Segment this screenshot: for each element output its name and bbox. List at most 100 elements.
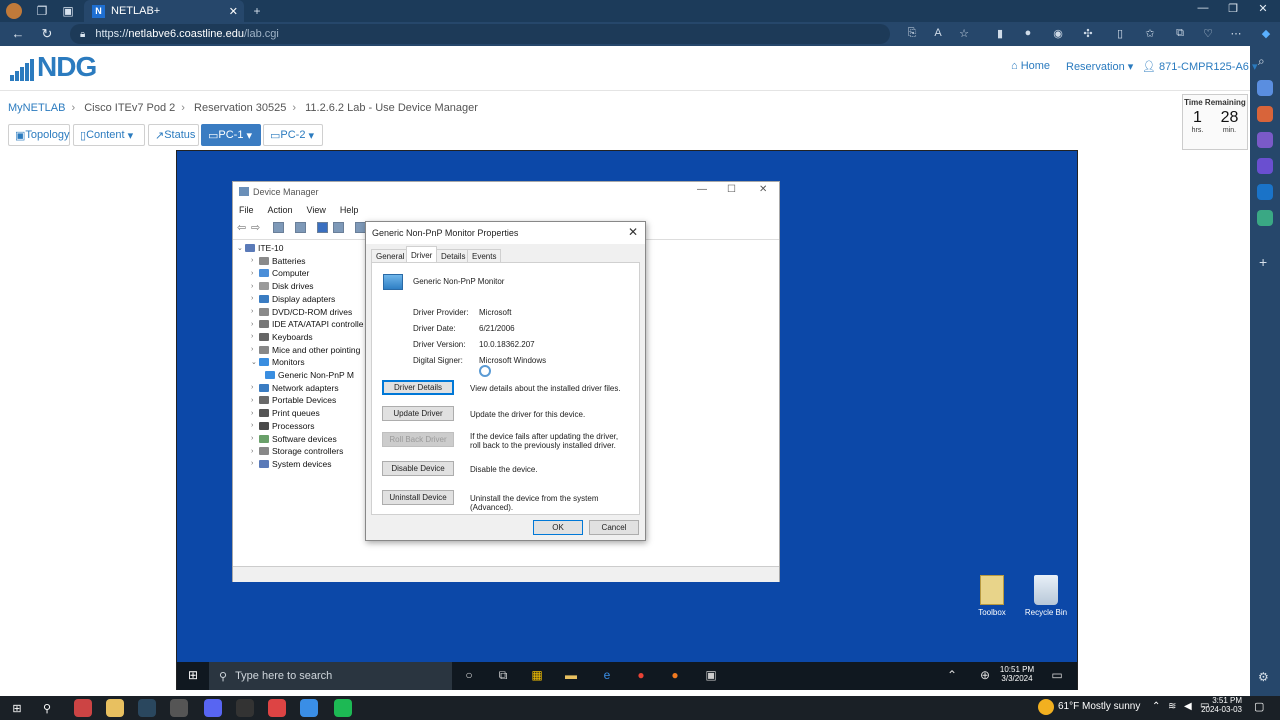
cancel-button[interactable]: Cancel <box>589 520 639 535</box>
tree-item[interactable]: › Portable Devices <box>251 394 336 406</box>
collections-icon[interactable]: ⧉ <box>1172 27 1188 40</box>
tree-item[interactable]: › IDE ATA/ATAPI controlle <box>251 318 363 330</box>
tab-general[interactable]: General <box>371 249 410 263</box>
desktop-icon-toolbox[interactable]: Toolbox <box>967 575 1017 617</box>
extension-3-icon[interactable]: ◉ <box>1050 27 1066 40</box>
extension-1-icon[interactable]: ▮ <box>992 27 1008 40</box>
windows-start-icon[interactable]: ⊞ <box>8 699 26 717</box>
expand-arrow-icon[interactable]: › <box>251 295 259 302</box>
spotify-icon[interactable] <box>334 699 352 717</box>
expand-arrow-icon[interactable]: › <box>251 397 259 404</box>
tree-item[interactable]: › Network adapters <box>251 382 339 394</box>
sidebar-app-6-icon[interactable] <box>1257 210 1273 226</box>
tree-item[interactable]: › DVD/CD-ROM drives <box>251 306 352 318</box>
notifications-icon[interactable]: ▢ <box>1254 700 1264 713</box>
tab-actions-icon[interactable]: ▣ <box>60 3 76 19</box>
tab-pc-2[interactable]: ▭ PC-2 ▾ <box>263 124 323 146</box>
extension-2-icon[interactable]: ● <box>1020 27 1036 39</box>
wifi-icon[interactable]: ≋ <box>1168 701 1176 712</box>
extensions-icon[interactable]: ✣ <box>1080 27 1096 40</box>
outlook-icon[interactable] <box>1257 184 1273 200</box>
favorites-icon[interactable]: ✩ <box>1142 27 1158 40</box>
tree-item[interactable]: › System devices <box>251 458 332 470</box>
close-window-icon[interactable]: ✕ <box>1252 2 1274 15</box>
device-manager-task-icon[interactable]: ▣ <box>703 668 719 684</box>
read-aloud-icon[interactable]: A <box>930 27 946 39</box>
expand-arrow-icon[interactable]: › <box>251 384 259 391</box>
file-explorer-icon[interactable]: ▬ <box>563 668 579 684</box>
tray-chevron-icon[interactable]: ⌃ <box>944 668 960 684</box>
sidebar-app-1-icon[interactable] <box>1257 80 1273 96</box>
tree-root[interactable]: ⌄ ITE-10 <box>237 242 284 254</box>
tab-content[interactable]: ▯ Content ▾ <box>73 124 145 146</box>
workspaces-icon[interactable]: ❐ <box>34 3 50 19</box>
props-close-icon[interactable]: ✕ <box>628 225 638 239</box>
menu-file[interactable]: File <box>239 205 254 215</box>
file-explorer-icon[interactable] <box>106 699 124 717</box>
tree-item[interactable]: › Storage controllers <box>251 445 343 457</box>
menu-action[interactable]: Action <box>268 205 293 215</box>
favorite-star-icon[interactable]: ☆ <box>956 27 972 40</box>
tree-item[interactable]: › Keyboards <box>251 331 313 343</box>
ok-button[interactable]: OK <box>533 520 583 535</box>
minimize-icon[interactable]: — <box>1192 2 1214 14</box>
desktop-icon-recycle-bin[interactable]: Recycle Bin <box>1021 575 1071 617</box>
split-screen-icon[interactable]: ▯ <box>1112 27 1128 40</box>
expand-arrow-icon[interactable]: › <box>251 333 259 340</box>
host-clock[interactable]: 3:51 PM 2024-03-03 <box>1198 696 1242 714</box>
search-icon[interactable]: ⚲ <box>38 699 56 717</box>
volume-icon[interactable]: ◀ <box>1184 701 1192 712</box>
sidebar-app-3-icon[interactable] <box>1257 132 1273 148</box>
cortana-icon[interactable]: ○ <box>461 668 477 684</box>
edge-icon[interactable] <box>300 699 318 717</box>
toolbar-view-icon[interactable] <box>333 222 344 233</box>
firefox-icon[interactable]: ● <box>667 668 683 684</box>
store-icon[interactable]: ▦ <box>529 668 545 684</box>
toolbar-properties-icon[interactable] <box>273 222 284 233</box>
collapse-arrow-icon[interactable]: ⌄ <box>237 244 245 252</box>
address-input[interactable]: 🔒︎ https:// netlabve6.coastline.edu /lab… <box>70 24 890 44</box>
windows-start-icon[interactable]: ⊞ <box>185 668 201 684</box>
chrome-icon[interactable]: ● <box>633 668 649 684</box>
tree-item[interactable]: › Computer <box>251 267 309 279</box>
expand-arrow-icon[interactable]: › <box>251 321 259 328</box>
browser-tab[interactable]: N NETLAB+ ✕ <box>84 0 244 22</box>
menu-view[interactable]: View <box>307 205 326 215</box>
collapse-arrow-icon[interactable]: ⌄ <box>251 358 259 366</box>
edge-icon[interactable]: e <box>599 668 615 684</box>
app-4-icon[interactable] <box>170 699 188 717</box>
update-driver-button[interactable]: Update Driver <box>382 406 454 421</box>
steam-icon[interactable] <box>138 699 156 717</box>
tree-item[interactable]: › Disk drives <box>251 280 314 292</box>
nav-reservation[interactable]: Reservation ▾ <box>1066 60 1133 73</box>
tree-item[interactable]: Generic Non-PnP M <box>265 369 354 381</box>
sidebar-app-4-icon[interactable] <box>1257 158 1273 174</box>
app-1-icon[interactable] <box>74 699 92 717</box>
expand-arrow-icon[interactable]: › <box>251 422 259 429</box>
remote-clock[interactable]: 10:51 PM 3/3/2024 <box>997 665 1037 683</box>
nav-home[interactable]: ⌂ Home <box>1011 60 1050 72</box>
ndg-logo[interactable]: NDG <box>10 53 97 81</box>
app-available-icon[interactable]: ⎘ <box>904 27 920 40</box>
refresh-icon[interactable]: ↻ <box>38 26 56 42</box>
uninstall-device-button[interactable]: Uninstall Device <box>382 490 454 505</box>
app-6-icon[interactable] <box>236 699 254 717</box>
task-view-icon[interactable]: ⧉ <box>495 668 511 684</box>
toolbar-forward-icon[interactable]: ⇨ <box>251 221 260 234</box>
sidebar-settings-icon[interactable]: ⚙ <box>1258 670 1269 684</box>
tree-item[interactable]: › Print queues <box>251 407 320 419</box>
weather-text[interactable]: 61°F Mostly sunny <box>1058 701 1140 712</box>
tab-details[interactable]: Details <box>436 249 471 263</box>
tree-item[interactable]: › Software devices <box>251 433 337 445</box>
props-titlebar[interactable]: Generic Non-PnP Monitor Properties <box>366 222 645 244</box>
tab-status[interactable]: ↗ Status <box>148 124 199 146</box>
expand-arrow-icon[interactable]: › <box>251 435 259 442</box>
discord-icon[interactable] <box>204 699 222 717</box>
notifications-icon[interactable]: ▭ <box>1049 668 1065 684</box>
expand-arrow-icon[interactable]: › <box>251 448 259 455</box>
settings-more-icon[interactable]: ⋯ <box>1228 27 1244 40</box>
sidebar-app-2-icon[interactable] <box>1257 106 1273 122</box>
expand-arrow-icon[interactable]: › <box>251 308 259 315</box>
expand-arrow-icon[interactable]: › <box>251 410 259 417</box>
expand-arrow-icon[interactable]: › <box>251 460 259 467</box>
